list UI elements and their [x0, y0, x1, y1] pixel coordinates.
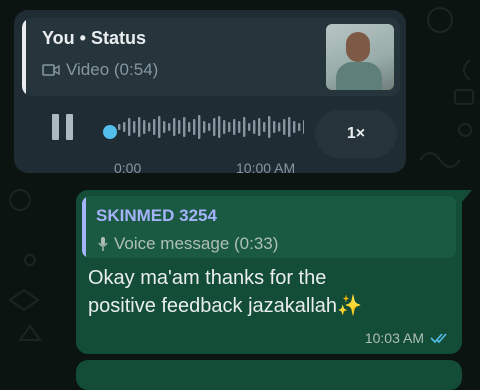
quote-accent-bar — [22, 18, 26, 96]
playback-scrubber[interactable] — [103, 125, 117, 139]
status-quote[interactable]: You • Status Video (0:54) — [22, 18, 400, 96]
status-video-thumbnail[interactable] — [326, 24, 394, 90]
waveform-bar — [213, 118, 216, 136]
waveform-bar — [223, 120, 226, 134]
quote-title: You • Status — [42, 28, 146, 48]
quote-subtitle: Video (0:54) — [42, 60, 158, 80]
message-meta: 10:03 AM — [365, 330, 448, 346]
waveform-bar — [208, 123, 211, 131]
outgoing-message-bubble[interactable]: SKINMED 3254 Voice message (0:33) Okay m… — [76, 190, 472, 354]
waveform-bar — [143, 120, 146, 134]
voice-message-quote[interactable]: SKINMED 3254 Voice message (0:33) — [82, 196, 456, 258]
waveform-bar — [128, 118, 131, 136]
waveform-bar — [288, 117, 291, 137]
waveform-bar — [293, 121, 296, 133]
waveform-bar — [153, 119, 156, 135]
waveform-bar — [248, 123, 251, 131]
quote-accent-bar — [82, 196, 86, 258]
next-outgoing-message-bubble[interactable] — [76, 360, 462, 390]
waveform-bar — [263, 122, 266, 132]
quote-subtitle-text: Video (0:54) — [66, 60, 159, 79]
microphone-icon — [98, 237, 108, 251]
waveform-bar — [253, 120, 256, 134]
thumbnail-person-head — [346, 32, 370, 62]
waveform-bar — [138, 117, 141, 137]
waveform-bar — [283, 119, 286, 135]
waveform-bar — [123, 122, 126, 132]
waveform-bar — [238, 121, 241, 133]
elapsed-time: 0:00 — [114, 160, 142, 176]
audio-waveform[interactable] — [104, 113, 304, 141]
waveform-bar — [258, 118, 261, 136]
waveform-bar — [163, 121, 166, 133]
waveform-bar — [188, 122, 191, 132]
waveform-bar — [193, 119, 196, 135]
waveform-bar — [148, 122, 151, 132]
waveform-bar — [243, 117, 246, 137]
waveform-bar — [158, 116, 161, 138]
incoming-status-reply-bubble: You • Status Video (0:54) 0:00 10:00 AM … — [14, 10, 406, 176]
quote-subtitle-text: Voice message (0:33) — [114, 234, 279, 253]
waveform-bar — [183, 117, 186, 137]
waveform-bar — [273, 121, 276, 133]
quote-subtitle: Voice message (0:33) — [96, 234, 278, 254]
thumbnail-person-body — [336, 62, 382, 90]
waveform-bar — [198, 115, 201, 139]
waveform-bar — [233, 119, 236, 135]
waveform-bar — [173, 118, 176, 136]
waveform-bar — [203, 121, 206, 133]
message-text: Okay ma'am thanks for the positive feedb… — [88, 264, 448, 320]
waveform-bar — [168, 123, 171, 131]
waveform-bar — [218, 116, 221, 138]
message-timestamp: 10:00 AM — [236, 160, 296, 176]
playback-speed-button[interactable]: 1× — [315, 110, 397, 158]
waveform-bar — [133, 121, 136, 133]
video-icon — [42, 64, 60, 76]
pause-button[interactable] — [52, 114, 74, 140]
waveform-bar — [278, 122, 281, 132]
message-text-line-1: Okay ma'am thanks for the — [88, 267, 327, 289]
double-check-read-icon — [430, 333, 447, 344]
message-timestamp: 10:03 AM — [364, 330, 424, 346]
quote-sender-name: SKINMED 3254 — [96, 206, 217, 225]
bubble-tail — [462, 190, 472, 202]
message-text-line-2: positive feedback jazakallah✨ — [88, 295, 362, 317]
waveform-bar — [118, 124, 121, 130]
waveform-bar — [178, 120, 181, 134]
waveform-bar — [298, 123, 301, 131]
waveform-bar — [228, 122, 231, 132]
waveform-bar — [268, 116, 271, 138]
waveform-bar — [303, 120, 304, 134]
